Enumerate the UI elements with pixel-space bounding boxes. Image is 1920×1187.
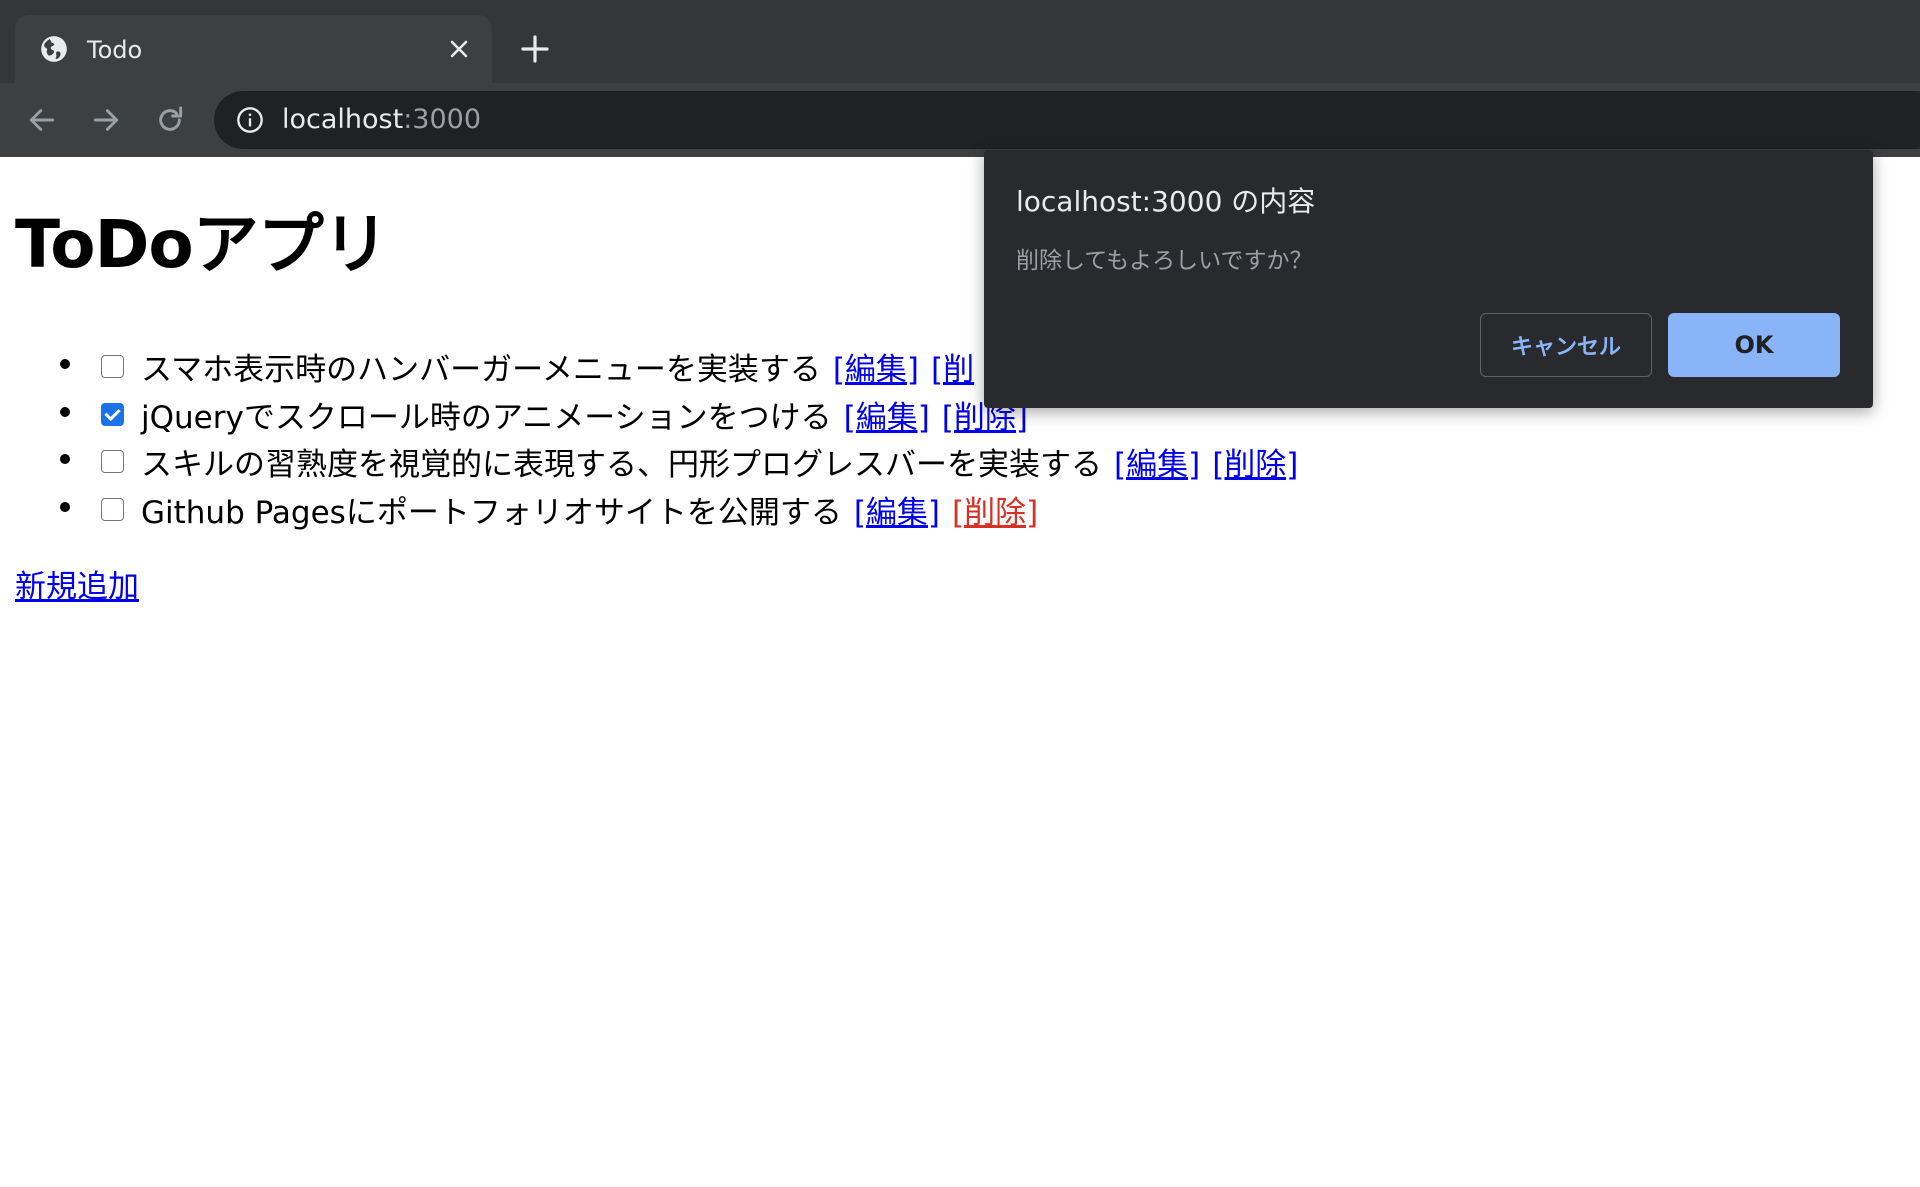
plus-icon[interactable] bbox=[519, 33, 551, 65]
confirm-dialog: localhost:3000 の内容 削除してもよろしいですか？ キャンセル O… bbox=[984, 150, 1873, 408]
forward-arrow-icon[interactable] bbox=[90, 104, 122, 136]
delete-link[interactable]: [削除] bbox=[1212, 447, 1298, 483]
bullet bbox=[60, 406, 70, 417]
page-title: ToDoアプリ bbox=[15, 206, 389, 283]
delete-link[interactable]: [削除] bbox=[952, 495, 1038, 531]
dialog-title: localhost:3000 の内容 bbox=[1016, 185, 1316, 218]
ok-button[interactable]: OK bbox=[1668, 313, 1840, 377]
url-host: localhost bbox=[282, 104, 404, 135]
todo-text: スマホ表示時のハンバーガーメニューを実装する bbox=[141, 352, 821, 388]
todo-checkbox[interactable] bbox=[101, 355, 124, 378]
edit-link[interactable]: [編集] bbox=[844, 400, 930, 436]
edit-link[interactable]: [編集] bbox=[833, 352, 919, 388]
todo-checkbox[interactable] bbox=[101, 497, 124, 521]
add-new-link[interactable]: 新規追加 bbox=[15, 561, 139, 606]
close-icon[interactable] bbox=[447, 37, 471, 61]
browser-tab[interactable]: Todo bbox=[15, 15, 492, 83]
todo-row: スマホ表示時のハンバーガーメニューを実装する [編集] [削 bbox=[141, 344, 974, 389]
info-icon[interactable] bbox=[236, 106, 264, 134]
address-bar[interactable]: localhost:3000 bbox=[214, 91, 1920, 149]
delete-link[interactable]: [削 bbox=[931, 352, 974, 388]
globe-icon bbox=[41, 36, 67, 62]
edit-link[interactable]: [編集] bbox=[1114, 447, 1200, 483]
bullet bbox=[60, 501, 70, 512]
url-port: :3000 bbox=[403, 104, 482, 135]
todo-checkbox[interactable] bbox=[101, 450, 124, 473]
dialog-message: 削除してもよろしいですか？ bbox=[1016, 248, 1313, 274]
cancel-button[interactable]: キャンセル bbox=[1480, 313, 1652, 377]
browser-toolbar: localhost:3000 bbox=[0, 83, 1920, 157]
todo-checkbox[interactable] bbox=[101, 402, 124, 426]
tab-strip: Todo bbox=[0, 0, 1920, 83]
bullet bbox=[60, 454, 70, 464]
todo-text: スキルの習熟度を視覚的に表現する、円形プログレスバーを実装する bbox=[141, 447, 1102, 483]
todo-row: Github Pagesにポートフォリオサイトを公開する [編集] [削除] bbox=[141, 487, 1038, 532]
bullet bbox=[60, 359, 70, 369]
url-text[interactable]: localhost:3000 bbox=[282, 104, 481, 136]
todo-row: スキルの習熟度を視覚的に表現する、円形プログレスバーを実装する [編集] [削除] bbox=[141, 439, 1298, 484]
back-arrow-icon[interactable] bbox=[26, 104, 58, 136]
edit-link[interactable]: [編集] bbox=[854, 495, 940, 531]
tab-title: Todo bbox=[87, 36, 143, 64]
todo-text: jQueryでスクロール時のアニメーションをつける bbox=[141, 399, 832, 436]
reload-icon[interactable] bbox=[154, 104, 186, 136]
todo-text: Github Pagesにポートフォリオサイトを公開する bbox=[141, 494, 842, 531]
todo-row: jQueryでスクロール時のアニメーションをつける [編集] [削除] bbox=[141, 392, 1028, 437]
